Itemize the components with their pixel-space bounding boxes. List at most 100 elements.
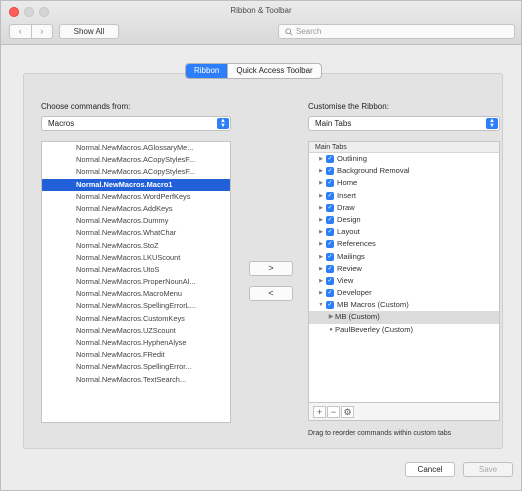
commands-source-select[interactable]: Macros ▲ ▼ bbox=[41, 116, 231, 131]
options-gear-button[interactable]: ⚙ bbox=[341, 406, 354, 418]
cancel-button[interactable]: Cancel bbox=[405, 462, 455, 477]
command-list-item[interactable]: Normal.NewMacros.AddKeys bbox=[42, 203, 230, 215]
tree-footer: + − ⚙ bbox=[308, 403, 500, 421]
command-list-item[interactable]: Normal.NewMacros.LKUScount bbox=[42, 252, 230, 264]
ribbon-tab-row[interactable]: ▶ ✓ Outlining bbox=[309, 153, 499, 165]
search-field[interactable]: Search bbox=[278, 24, 515, 39]
checkbox-checked-icon[interactable]: ✓ bbox=[326, 289, 334, 298]
search-icon bbox=[285, 27, 293, 36]
customise-ribbon-label: Customise the Ribbon: bbox=[308, 102, 389, 111]
add-tab-button[interactable]: + bbox=[313, 406, 326, 418]
command-list-item[interactable]: Normal.NewMacros.ACopyStylesF... bbox=[42, 154, 230, 166]
chevron-updown-icon: ▲ ▼ bbox=[217, 118, 229, 129]
choose-commands-label: Choose commands from: bbox=[41, 102, 131, 111]
command-list-item[interactable]: Normal.NewMacros.CustomKeys bbox=[42, 313, 230, 325]
command-list-item[interactable]: Normal.NewMacros.StoZ bbox=[42, 240, 230, 252]
command-list-item[interactable]: Normal.NewMacros.ACopyStylesF... bbox=[42, 166, 230, 178]
disclosure-closed-icon[interactable]: ▶ bbox=[317, 165, 325, 177]
checkbox-checked-icon[interactable]: ✓ bbox=[326, 179, 334, 188]
search-placeholder: Search bbox=[296, 27, 322, 36]
ribbon-tab-label: Insert bbox=[337, 190, 356, 200]
drag-hint-text: Drag to reorder commands within custom t… bbox=[308, 430, 452, 437]
command-list-item[interactable]: Normal.NewMacros.SpellingError... bbox=[42, 361, 230, 373]
disclosure-closed-icon: ▶ bbox=[328, 314, 334, 321]
ribbon-tab-row[interactable]: ▶ ✓ Review bbox=[309, 263, 499, 275]
commands-source-value: Macros bbox=[48, 119, 75, 128]
checkbox-checked-icon[interactable]: ✓ bbox=[326, 240, 334, 249]
command-list-item[interactable]: Normal.NewMacros.AGlossaryMe... bbox=[42, 142, 230, 154]
command-list-item[interactable]: Normal.NewMacros.FRedit bbox=[42, 349, 230, 361]
ribbon-tabs-value: Main Tabs bbox=[315, 119, 352, 128]
custom-group-row[interactable]: ● PaulBeverley (Custom) bbox=[309, 324, 499, 336]
ribbon-tab-row[interactable]: ▶ ✓ Developer bbox=[309, 287, 499, 299]
commands-list[interactable]: Normal.NewMacros.AGlossaryMe... Normal.Ne… bbox=[41, 141, 231, 423]
ribbon-tab-row[interactable]: ▶ ✓ Insert bbox=[309, 190, 499, 202]
command-list-item[interactable]: Normal.NewMacros.WhatChar bbox=[42, 227, 230, 239]
ribbon-tab-row[interactable]: ▶ ✓ Home bbox=[309, 177, 499, 189]
disclosure-closed-icon[interactable]: ▶ bbox=[317, 238, 325, 250]
custom-group-label: PaulBeverley (Custom) bbox=[335, 324, 414, 334]
ribbon-tab-row[interactable]: ▶ ✓ Mailings bbox=[309, 251, 499, 263]
command-list-item[interactable]: Normal.NewMacros.WordPerfKeys bbox=[42, 191, 230, 203]
ribbon-tab-row[interactable]: ▶ ✓ Design bbox=[309, 214, 499, 226]
show-all-button[interactable]: Show All bbox=[59, 24, 119, 39]
ribbon-tab-row[interactable]: ▶ ✓ Layout bbox=[309, 226, 499, 238]
save-button[interactable]: Save bbox=[463, 462, 513, 477]
ribbon-tab-row[interactable]: ▶ ✓ View bbox=[309, 275, 499, 287]
ribbon-tab-label: References bbox=[337, 239, 376, 249]
checkbox-checked-icon[interactable]: ✓ bbox=[326, 216, 334, 225]
custom-group-label: MB (Custom) bbox=[335, 312, 380, 322]
chevron-updown-icon: ▲ ▼ bbox=[486, 118, 498, 129]
disclosure-closed-icon[interactable]: ▶ bbox=[317, 263, 325, 275]
ribbon-tab-label: Layout bbox=[337, 227, 360, 237]
remove-command-button[interactable]: < bbox=[249, 286, 293, 301]
checkbox-checked-icon[interactable]: ✓ bbox=[326, 228, 334, 237]
disclosure-closed-icon[interactable]: ▶ bbox=[317, 275, 325, 287]
checkbox-checked-icon[interactable]: ✓ bbox=[326, 276, 334, 285]
command-list-item[interactable]: Normal.NewMacros.ProperNounAl... bbox=[42, 276, 230, 288]
remove-tab-button[interactable]: − bbox=[327, 406, 340, 418]
titlebar: Ribbon & Toolbar ‹ › Show All Search bbox=[1, 1, 521, 45]
disclosure-closed-icon[interactable]: ▶ bbox=[317, 214, 325, 226]
command-list-item[interactable]: Normal.NewMacros.Macro1 bbox=[42, 178, 230, 191]
ribbon-tab-label: Draw bbox=[337, 202, 355, 212]
checkbox-checked-icon[interactable]: ✓ bbox=[326, 264, 334, 273]
checkbox-checked-icon[interactable]: ✓ bbox=[326, 155, 334, 164]
ribbon-tree[interactable]: Main Tabs ▶ ✓ Outlining ▶ ✓ Background Remova… bbox=[308, 141, 500, 403]
checkbox-checked-icon[interactable]: ✓ bbox=[326, 203, 334, 212]
checkbox-checked-icon[interactable]: ✓ bbox=[326, 252, 334, 261]
tab-quick-access-toolbar[interactable]: Quick Access Toolbar bbox=[227, 64, 320, 78]
checkbox-checked-icon[interactable]: ✓ bbox=[326, 167, 334, 176]
command-list-item[interactable]: Normal.NewMacros.TextSearch... bbox=[42, 374, 230, 386]
add-command-button[interactable]: > bbox=[249, 261, 293, 276]
disclosure-closed-icon[interactable]: ▶ bbox=[317, 251, 325, 263]
checkbox-checked-icon[interactable]: ✓ bbox=[326, 191, 334, 200]
checkbox-checked-icon[interactable]: ✓ bbox=[326, 301, 334, 310]
ribbon-tab-label: Outlining bbox=[337, 154, 367, 163]
command-list-item[interactable]: Normal.NewMacros.Dummy bbox=[42, 215, 230, 227]
ribbon-tab-row[interactable]: ▶ ✓ References bbox=[309, 238, 499, 250]
ribbon-tab-row[interactable]: ▼ ✓ MB Macros (Custom) bbox=[309, 299, 499, 311]
command-list-item[interactable]: Normal.NewMacros.UZScount bbox=[42, 325, 230, 337]
forward-button[interactable]: › bbox=[30, 25, 53, 38]
ribbon-tabs-select[interactable]: Main Tabs ▲ ▼ bbox=[308, 116, 500, 131]
tab-ribbon[interactable]: Ribbon bbox=[186, 64, 228, 78]
ribbon-tab-row[interactable]: ▶ ✓ Background Removal bbox=[309, 165, 499, 177]
custom-group-row[interactable]: ▶ MB (Custom) bbox=[309, 311, 499, 324]
disclosure-closed-icon[interactable]: ▶ bbox=[317, 202, 325, 214]
disclosure-closed-icon[interactable]: ▶ bbox=[317, 287, 325, 299]
back-button[interactable]: ‹ bbox=[10, 25, 31, 38]
ribbon-tab-label: MB Macros (Custom) bbox=[337, 300, 409, 310]
ribbon-tab-row[interactable]: ▶ ✓ Draw bbox=[309, 202, 499, 214]
command-list-item[interactable]: Normal.NewMacros.UtoS bbox=[42, 264, 230, 276]
command-list-item[interactable]: Normal.NewMacros.MacroMenu bbox=[42, 288, 230, 300]
disclosure-closed-icon[interactable]: ▶ bbox=[317, 226, 325, 238]
window-title: Ribbon & Toolbar bbox=[230, 6, 292, 15]
disclosure-closed-icon[interactable]: ▶ bbox=[317, 177, 325, 189]
ribbon-tab-label: View bbox=[337, 275, 354, 285]
command-list-item[interactable]: Normal.NewMacros.SpellingErrorL... bbox=[42, 300, 230, 312]
disclosure-closed-icon[interactable]: ▶ bbox=[317, 190, 325, 202]
command-list-item[interactable]: Normal.NewMacros.HyphenAlyse bbox=[42, 337, 230, 349]
disclosure-open-icon[interactable]: ▼ bbox=[317, 299, 325, 311]
disclosure-closed-icon[interactable]: ▶ bbox=[317, 153, 325, 165]
